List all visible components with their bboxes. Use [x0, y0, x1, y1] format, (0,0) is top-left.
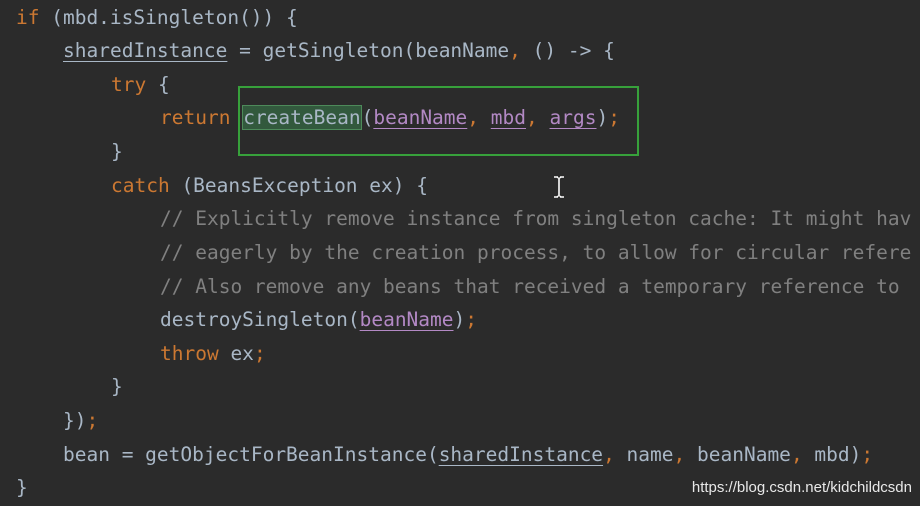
exception-variable: ex: [218, 342, 254, 365]
field-shared-instance: sharedInstance: [438, 443, 604, 466]
catch-clause: (BeansException ex) {: [169, 174, 428, 197]
keyword-if: if: [16, 6, 40, 29]
semicolon: ;: [465, 308, 478, 331]
code-line-12: }: [111, 370, 123, 403]
comma: ,: [673, 443, 686, 466]
comma: ,: [603, 443, 615, 466]
close-brace: }: [16, 476, 28, 499]
code-line-7: // Explicitly remove instance from singl…: [160, 202, 911, 235]
code-line-9: // Also remove any beans that received a…: [160, 270, 900, 303]
close-paren: ): [453, 308, 466, 331]
code-line-5: }: [111, 135, 123, 168]
code-line-14: bean = getObjectForBeanInstance(sharedIn…: [63, 438, 873, 471]
close-brace: }: [111, 375, 123, 398]
arg-name: name: [614, 443, 674, 466]
semicolon: ;: [253, 342, 266, 365]
semicolon: ;: [861, 443, 874, 466]
keyword-throw: throw: [160, 342, 219, 365]
param-bean-name: beanName: [359, 308, 454, 331]
code-line-15: }: [16, 471, 28, 504]
highlight-box: [238, 86, 639, 156]
code-line-6: catch (BeansException ex) {: [111, 169, 428, 202]
destroy-singleton-call: destroySingleton(: [160, 308, 360, 331]
lambda-arrow: () -> {: [520, 39, 615, 62]
code-line-13: });: [63, 404, 98, 437]
get-object-call: bean = getObjectForBeanInstance(: [63, 443, 439, 466]
code-line-2: sharedInstance = getSingleton(beanName, …: [63, 34, 615, 67]
comment-line: // eagerly by the creation process, to a…: [160, 241, 912, 264]
comma: ,: [790, 443, 803, 466]
watermark-text: https://blog.csdn.net/kidchildcsdn: [691, 479, 912, 496]
keyword-catch: catch: [111, 174, 170, 197]
comment-line: // Explicitly remove instance from singl…: [160, 207, 912, 230]
code-line-1: if (mbd.isSingleton()) {: [16, 1, 298, 34]
keyword-try: try: [111, 73, 147, 96]
condition-text: (mbd.isSingleton()) {: [39, 6, 298, 29]
code-line-8: // eagerly by the creation process, to a…: [160, 236, 911, 269]
get-singleton-call: = getSingleton(beanName: [227, 39, 510, 62]
keyword-return: return: [160, 106, 231, 129]
arg-mbd: mbd): [802, 443, 862, 466]
code-line-10: destroySingleton(beanName);: [160, 303, 477, 336]
code-line-3: try {: [111, 68, 170, 101]
comment-line: // Also remove any beans that received a…: [160, 275, 900, 298]
code-line-11: throw ex;: [160, 337, 266, 370]
lambda-close: }): [63, 409, 87, 432]
field-shared-instance: sharedInstance: [63, 39, 228, 62]
open-brace: {: [146, 73, 170, 96]
i-beam-cursor-icon: [553, 176, 565, 198]
close-brace: }: [111, 140, 123, 163]
comma: ,: [509, 39, 521, 62]
arg-bean-name: beanName: [685, 443, 791, 466]
code-editor[interactable]: if (mbd.isSingleton()) { sharedInstance …: [0, 0, 920, 506]
semicolon: ;: [86, 409, 99, 432]
